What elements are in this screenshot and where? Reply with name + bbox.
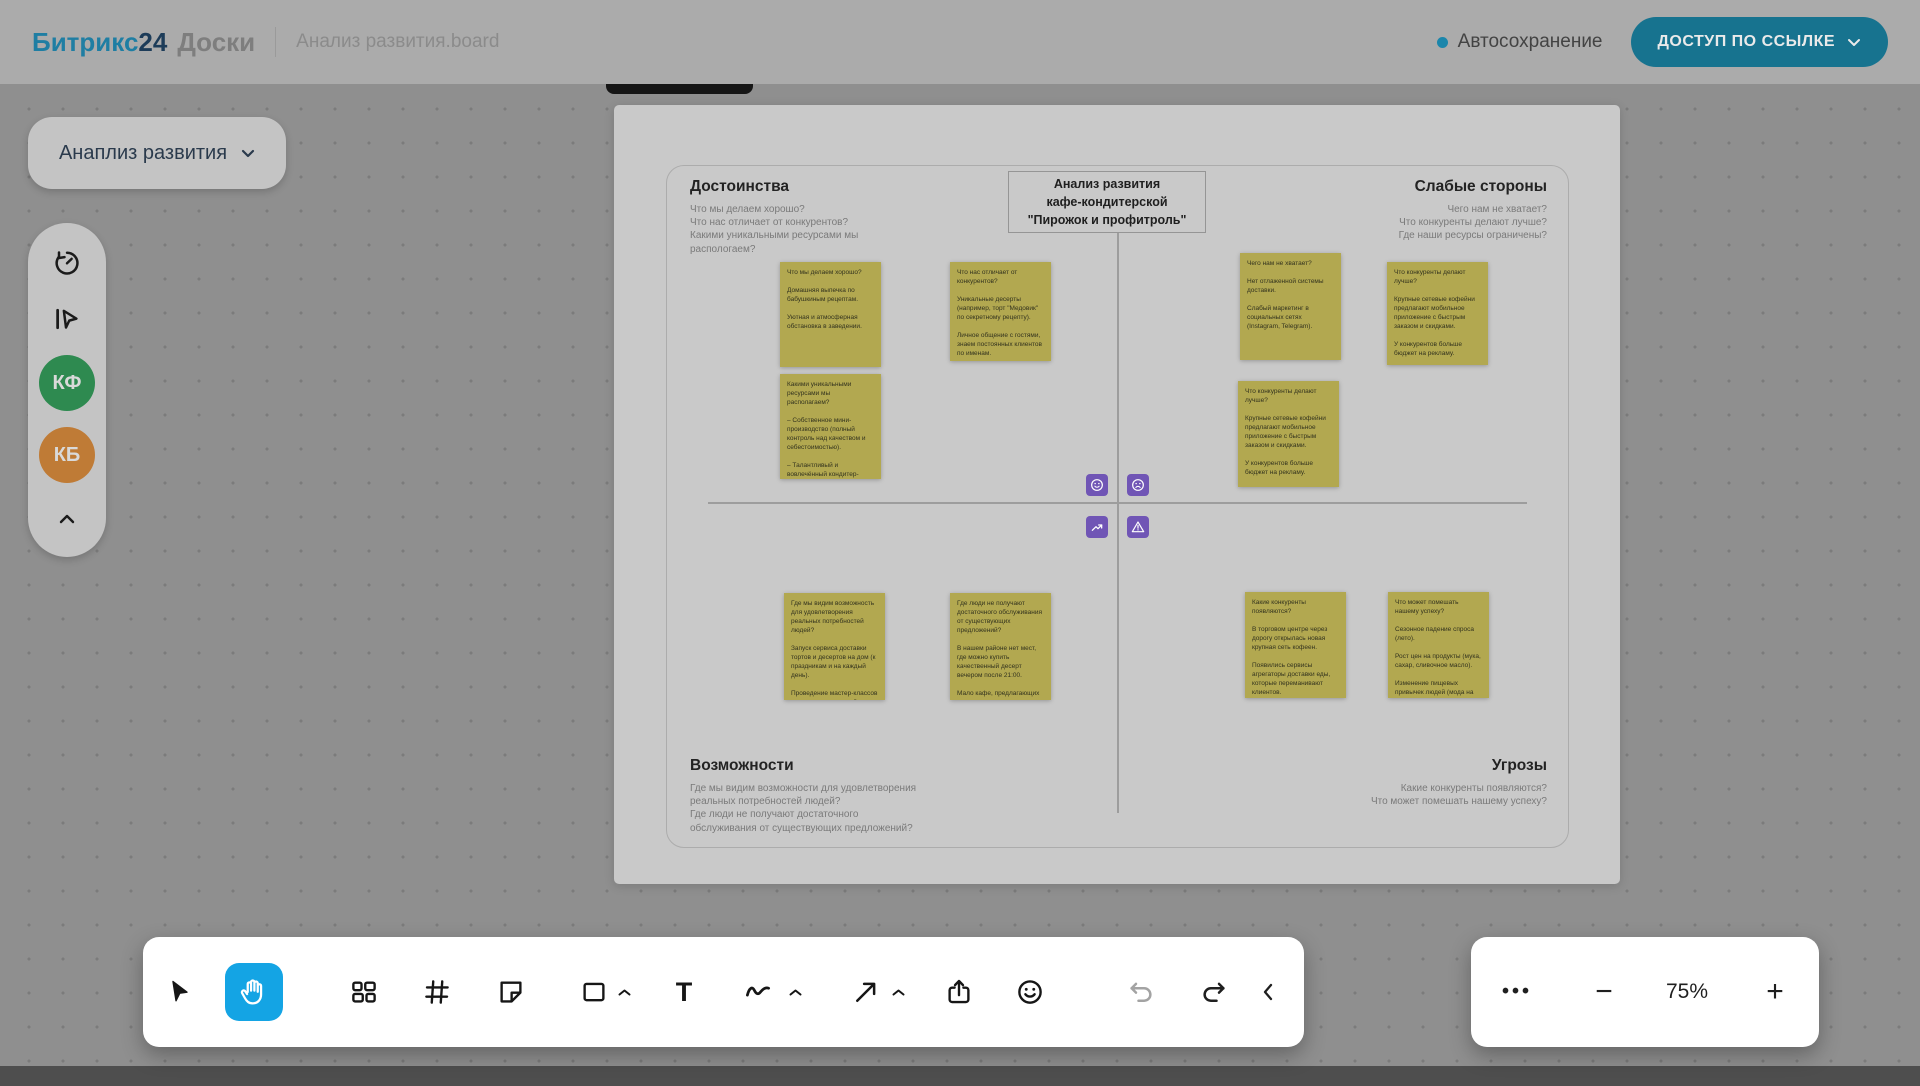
sticky-note-threats-2[interactable]: Что может помешать нашему успеху? Сезонн…: [1388, 592, 1489, 698]
sticky-note-threats-1[interactable]: Какие конкуренты появляются? В торговом …: [1245, 592, 1346, 698]
board-selector-label: Анаплиз развития: [58, 141, 228, 164]
autosave-dot-icon: [1436, 36, 1448, 48]
sticky-note-weaknesses-1[interactable]: Чего нам не хватает? Нет отлаженной сист…: [1240, 253, 1341, 360]
follow-cursor-icon: [56, 308, 78, 330]
layout-grid-icon: [352, 981, 376, 1003]
redo-icon: [1203, 982, 1225, 1002]
arrow-icon: [856, 982, 876, 1002]
minus-icon: −: [1595, 975, 1613, 1008]
bottom-edge-strip: [0, 1066, 1920, 1086]
upload-tool-button[interactable]: [937, 970, 981, 1014]
logo-number-text: 24: [138, 26, 168, 57]
collapse-toolbar-button[interactable]: [1247, 970, 1291, 1014]
quadrant-desc-opportunities: Где мы видим возможности для удовлетворе…: [690, 783, 917, 834]
document-title: Анализ развития.board: [296, 31, 500, 52]
user-avatar-kb[interactable]: КБ: [39, 427, 95, 483]
chevron-down-icon: [1848, 38, 1860, 46]
quadrant-title-opportunities: Возможности: [690, 757, 794, 774]
undo-button[interactable]: [1119, 970, 1163, 1014]
autosave-label: Автосохранение: [1457, 31, 1603, 52]
share-access-button[interactable]: ДОСТУП ПО ССЫЛКЕ: [1630, 17, 1888, 67]
board-selector-dropdown[interactable]: Анаплиз развития: [28, 117, 286, 189]
logo-brand-text: Битрикс: [32, 26, 139, 57]
zoom-in-button[interactable]: +: [1766, 975, 1784, 1009]
frame-hash-icon: [425, 980, 449, 1004]
chevron-down-icon: [241, 149, 255, 157]
chevron-up-small-icon: [618, 989, 630, 995]
arrow-tool-button[interactable]: [844, 970, 888, 1014]
quadrant-desc-weaknesses: Чего нам не хватает? Что конкуренты дела…: [1398, 204, 1547, 242]
sticky-note-strengths-3[interactable]: Какими уникальными ресурсами мы располаг…: [780, 374, 881, 479]
opportunities-trend-badge[interactable]: [1086, 516, 1108, 538]
chevron-left-icon: [1263, 983, 1273, 1001]
quadrant-title-strengths: Достоинства: [690, 178, 790, 195]
collapse-collaboration-toolbar-button[interactable]: [47, 499, 87, 539]
timer-button[interactable]: [47, 243, 87, 283]
sticky-note-weaknesses-3[interactable]: Что конкуренты делают лучше? Крупные сет…: [1238, 381, 1339, 487]
warning-triangle-icon: [1131, 521, 1145, 533]
zoom-controls: ••• − 75% +: [1471, 937, 1819, 1047]
sticky-note-strengths-1[interactable]: Что мы делаем хорошо? Домашняя выпечка п…: [780, 262, 881, 367]
more-options-button[interactable]: •••: [1502, 981, 1532, 1004]
emoji-tool-button[interactable]: [1008, 970, 1052, 1014]
user-avatar-kf[interactable]: КФ: [39, 355, 95, 411]
sticky-note-strengths-2[interactable]: Что нас отличает от конкурентов? Уникаль…: [950, 262, 1051, 361]
sticky-note-tool-button[interactable]: [489, 970, 533, 1014]
weaknesses-sad-badge[interactable]: [1127, 474, 1149, 496]
arrow-tool-menu-caret[interactable]: [889, 983, 907, 1001]
pen-tool-button[interactable]: [736, 970, 780, 1014]
timer-icon: [55, 251, 79, 275]
select-tool-button[interactable]: [158, 970, 202, 1014]
app-window: Анализ развития кафе-кондитерской "Пирож…: [0, 0, 1920, 1086]
quadrant-title-weaknesses: Слабые стороны: [1414, 178, 1547, 195]
sticky-note-icon: [500, 981, 522, 1003]
chevron-up-small-icon: [789, 989, 801, 995]
share-button-label: ДОСТУП ПО ССЫЛКЕ: [1657, 33, 1835, 50]
sticky-note-opportunities-2[interactable]: Где люди не получают достаточного обслуж…: [950, 593, 1051, 700]
autosave-status: Автосохранение: [1436, 31, 1603, 53]
bitrix24-logo[interactable]: Битрикс 24 Доски: [32, 27, 255, 58]
quadrant-desc-strengths: Что мы делаем хорошо? Что нас отличает о…: [690, 204, 859, 255]
quadrant-title-threats: Угрозы: [1491, 757, 1547, 774]
trending-up-icon: [1091, 524, 1103, 531]
swot-vertical-divider: [1117, 186, 1119, 813]
text-tool-icon: T: [675, 976, 693, 1007]
threats-warning-badge[interactable]: [1127, 516, 1149, 538]
header-separator: [275, 27, 277, 57]
sticky-note-opportunities-1[interactable]: Где мы видим возможность для удовлетворе…: [784, 593, 885, 700]
rectangle-shape-icon: [583, 982, 605, 1002]
cursor-icon: [172, 980, 188, 1002]
undo-icon: [1130, 982, 1152, 1002]
chevron-up-small-icon: [892, 989, 904, 995]
happy-face-icon: [1091, 479, 1103, 491]
zoom-level-label[interactable]: 75%: [1666, 980, 1708, 1004]
quadrant-desc-threats: Какие конкуренты появляются? Что может п…: [1370, 783, 1547, 808]
shape-tool-button[interactable]: [572, 970, 616, 1014]
follow-cursor-button[interactable]: [47, 299, 87, 339]
chevron-up-icon: [59, 514, 75, 524]
emoji-smiley-icon: [1018, 980, 1042, 1004]
zoom-out-button[interactable]: −: [1595, 975, 1613, 1009]
plus-icon: +: [1766, 975, 1784, 1008]
more-options-icon: •••: [1501, 980, 1533, 1003]
shape-tool-menu-caret[interactable]: [615, 983, 633, 1001]
sad-face-icon: [1132, 479, 1144, 491]
redo-button[interactable]: [1192, 970, 1236, 1014]
strengths-smiley-badge[interactable]: [1086, 474, 1108, 496]
sticky-note-weaknesses-2[interactable]: Что конкуренты делают лучше? Крупные сет…: [1387, 262, 1488, 365]
top-header: Битрикс 24 Доски Анализ развития.board Ав…: [0, 0, 1920, 84]
frame-tool-button[interactable]: [415, 970, 459, 1014]
tools-toolbar: T: [143, 937, 1304, 1047]
templates-tool-button[interactable]: [342, 970, 386, 1014]
header-right: Автосохранение ДОСТУП ПО ССЫЛКЕ: [1436, 17, 1888, 67]
pen-tool-menu-caret[interactable]: [786, 983, 804, 1001]
pen-scribble-icon: [746, 986, 770, 997]
logo-product-text: Доски: [177, 26, 256, 57]
hand-pan-tool-button[interactable]: [225, 963, 283, 1021]
upload-icon: [948, 979, 970, 1004]
text-tool-button[interactable]: T: [662, 970, 706, 1014]
hand-icon: [240, 979, 263, 1005]
collaboration-toolbar: КФ КБ: [28, 223, 106, 557]
board-title[interactable]: Анализ развития кафе-кондитерской "Пирож…: [1008, 171, 1206, 233]
